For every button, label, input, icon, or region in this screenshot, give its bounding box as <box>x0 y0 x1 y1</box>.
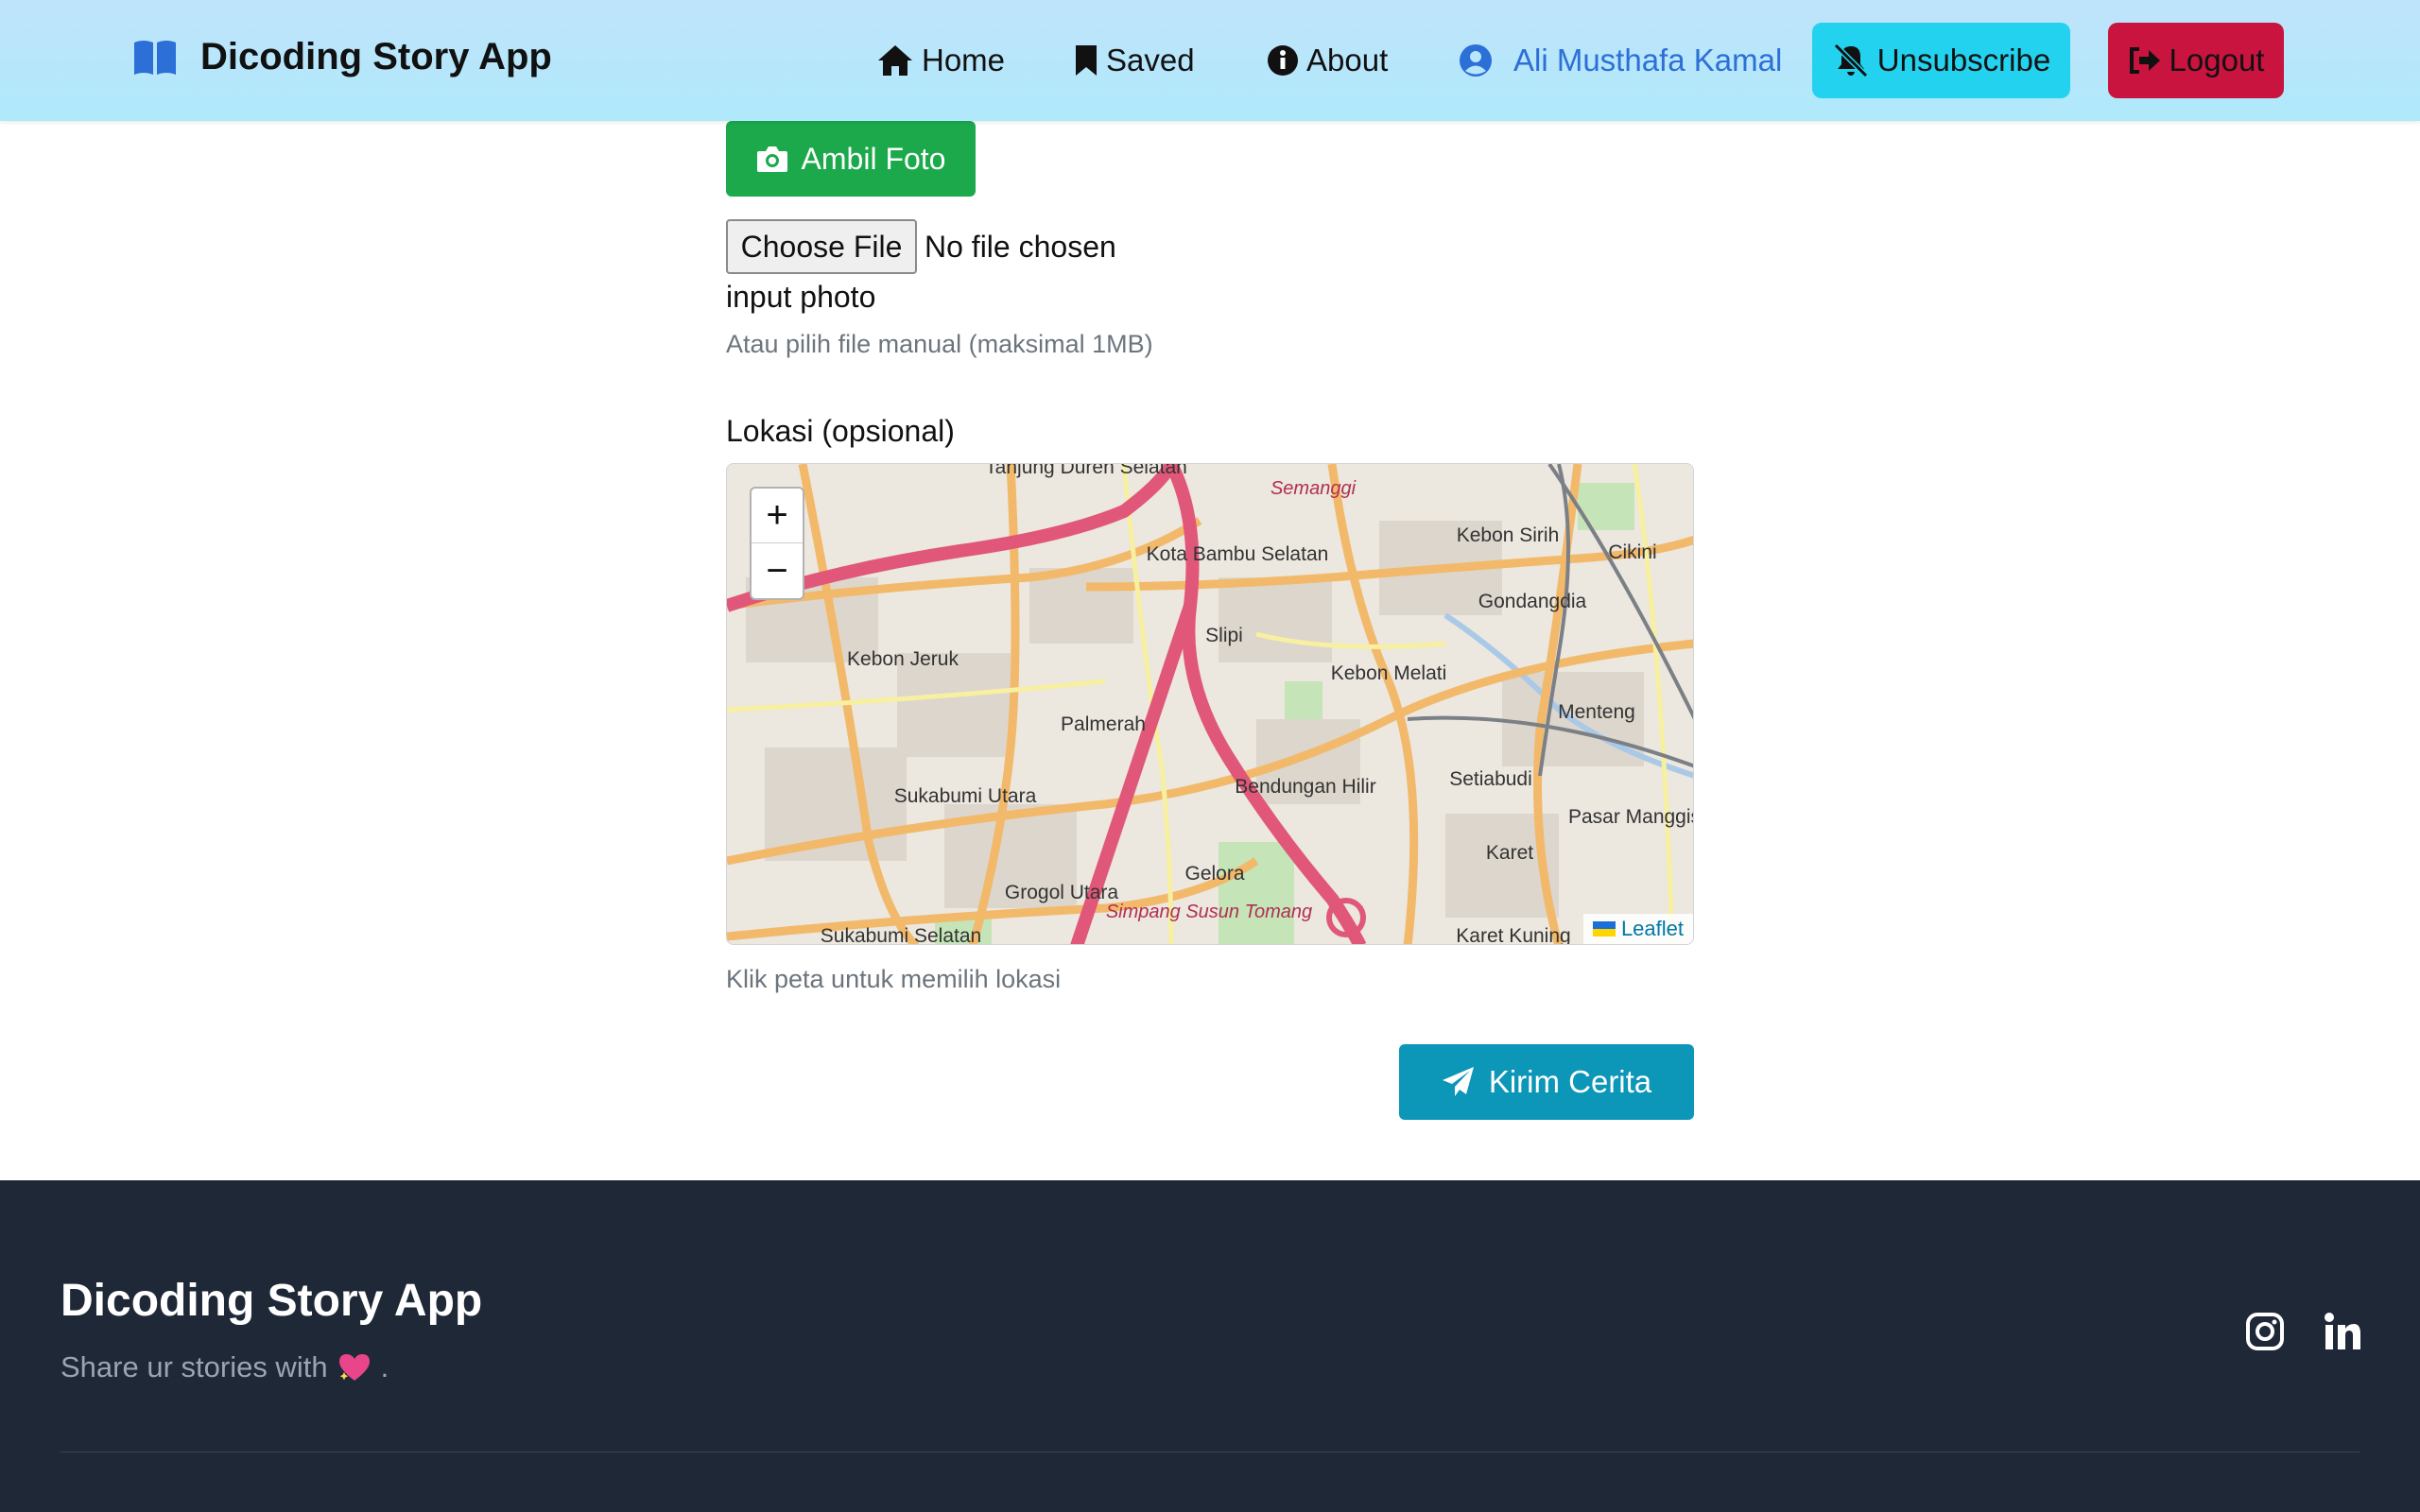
footer: Dicoding Story App Share ur stories with… <box>0 1180 2420 1512</box>
map-place-label: Gelora <box>1184 863 1244 885</box>
map-place-label: Kota Bambu Selatan <box>1147 543 1329 565</box>
book-open-icon <box>134 40 176 75</box>
brand-title: Dicoding Story App <box>200 36 552 77</box>
top-navbar: Dicoding Story App Home Saved About Ali … <box>0 0 2420 121</box>
paper-plane-icon <box>1442 1067 1474 1096</box>
file-status: No file chosen <box>925 229 1116 264</box>
instagram-icon[interactable] <box>2244 1311 2286 1352</box>
map-place-label: Bendungan Hilir <box>1235 776 1375 798</box>
map-place-label: Kebon Sirih <box>1457 524 1560 546</box>
choose-file-button[interactable]: Choose File <box>726 219 917 274</box>
map-zoom-out-button[interactable]: − <box>752 543 803 598</box>
sparkling-heart-icon <box>338 1354 370 1381</box>
take-photo-button[interactable]: Ambil Foto <box>726 121 976 197</box>
user-profile[interactable]: Ali Musthafa Kamal <box>1459 23 1782 98</box>
camera-icon <box>756 146 787 172</box>
nav-home[interactable]: Home <box>876 23 1005 98</box>
location-label: Lokasi (opsional) <box>726 414 955 448</box>
map-place-label: Sukabumi Utara <box>894 785 1037 807</box>
nav-about-label: About <box>1306 43 1389 77</box>
map-hint: Klik peta untuk memilih lokasi <box>726 965 1062 993</box>
sign-out-icon <box>2129 47 2160 74</box>
map-place-label: Pasar Manggis <box>1568 806 1694 828</box>
map-place-label: Palmerah <box>1061 713 1146 735</box>
nav-saved[interactable]: Saved <box>1074 23 1195 98</box>
map-place-label: Setiabudi <box>1449 768 1532 790</box>
map-tiles[interactable]: Tanjung Duren Selatan Simpang Susun Toma… <box>727 464 1694 945</box>
map-zoom-control: + − <box>750 487 804 600</box>
footer-tagline-text: Share ur stories with <box>60 1350 328 1383</box>
unsubscribe-button[interactable]: Unsubscribe <box>1812 23 2070 98</box>
photo-hint: Atau pilih file manual (maksimal 1MB) <box>726 330 1153 358</box>
map-place-label: Sukabumi Selatan <box>821 925 981 945</box>
location-map[interactable]: Tanjung Duren Selatan Simpang Susun Toma… <box>726 463 1694 945</box>
take-photo-label: Ambil Foto <box>801 141 946 176</box>
home-icon <box>878 45 912 76</box>
user-name: Ali Musthafa Kamal <box>1513 43 1783 77</box>
file-input[interactable]: Choose File No file chosen <box>726 219 1116 274</box>
submit-story-button[interactable]: Kirim Cerita <box>1399 1044 1694 1120</box>
info-circle-icon <box>1268 45 1298 76</box>
nav-saved-label: Saved <box>1106 43 1195 77</box>
footer-tagline: Share ur stories with . <box>60 1350 389 1384</box>
map-place-label: Menteng <box>1558 701 1635 723</box>
map-place-label: Karet <box>1486 842 1533 864</box>
logout-label: Logout <box>2169 43 2265 77</box>
logout-button[interactable]: Logout <box>2108 23 2284 98</box>
unsubscribe-label: Unsubscribe <box>1876 43 2051 77</box>
map-place-label: Kebon Jeruk <box>847 648 959 670</box>
map-place-label: Slipi <box>1205 625 1243 646</box>
linkedin-icon[interactable] <box>2322 1311 2363 1352</box>
map-place-label: Simpang Susun Tomang <box>1106 902 1312 922</box>
nav-home-label: Home <box>922 43 1006 77</box>
map-place-label: Kebon Melati <box>1331 662 1447 684</box>
brand[interactable]: Dicoding Story App <box>132 36 552 78</box>
photo-input-label: input photo <box>726 280 876 314</box>
map-place-label: Gondangdia <box>1478 591 1587 612</box>
submit-story-label: Kirim Cerita <box>1488 1064 1652 1099</box>
map-zoom-in-button[interactable]: + <box>752 489 803 543</box>
map-place-label: Karet Kuning <box>1456 925 1570 945</box>
leaflet-link[interactable]: Leaflet <box>1621 917 1684 941</box>
map-place-label: Tanjung Duren Selatan <box>985 464 1187 478</box>
map-place-label: Semanggi <box>1270 478 1357 499</box>
ukraine-flag-icon <box>1592 921 1616 936</box>
user-circle-icon <box>1460 44 1492 77</box>
nav-about[interactable]: About <box>1267 23 1388 98</box>
footer-tagline-end: . <box>380 1350 389 1383</box>
map-place-label: Cikini <box>1608 541 1656 563</box>
bookmark-icon <box>1076 45 1097 76</box>
footer-title: Dicoding Story App <box>60 1276 483 1326</box>
map-attribution[interactable]: Leaflet <box>1582 914 1693 944</box>
map-place-label: Grogol Utara <box>1005 882 1119 903</box>
bell-slash-icon <box>1833 43 1868 77</box>
